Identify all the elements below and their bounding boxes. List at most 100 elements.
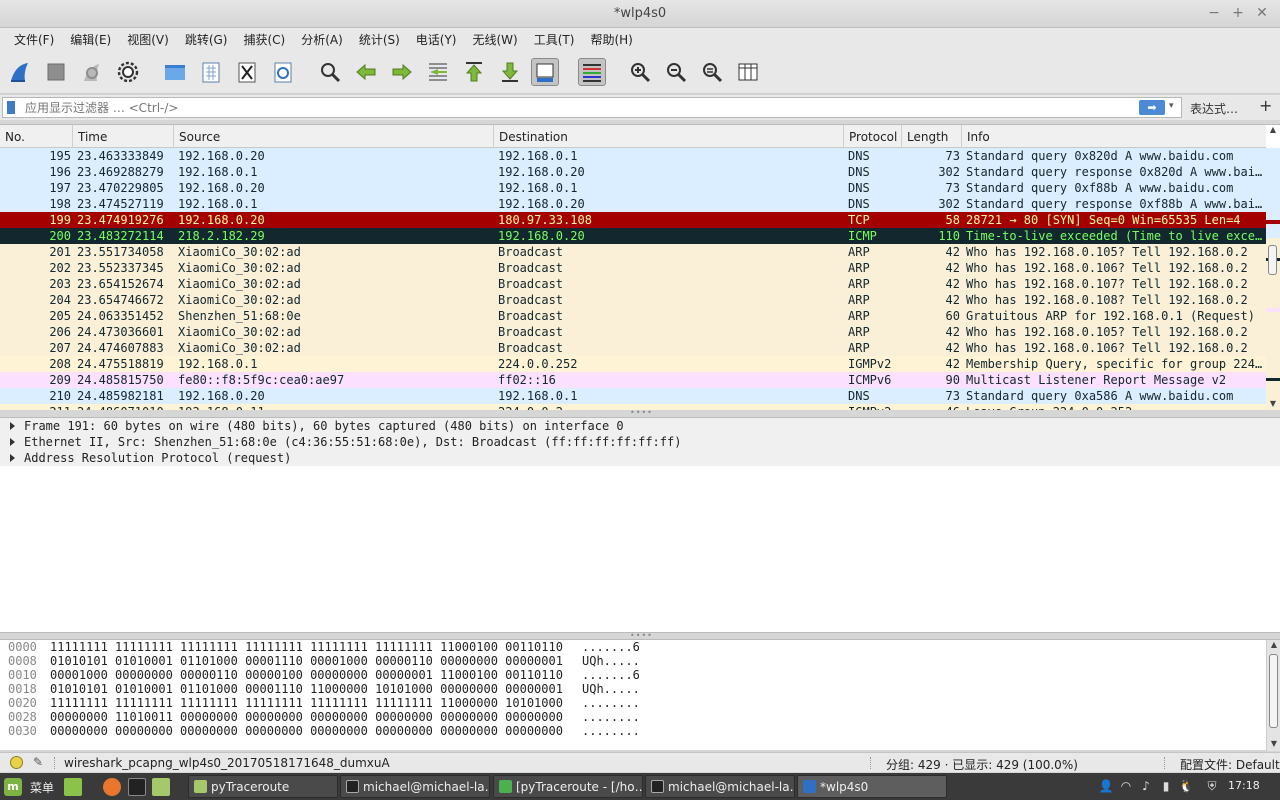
display-filter-field[interactable]: ➡ ▾ — [2, 97, 1182, 118]
packet-row[interactable]: 209 24.485815750 fe80::f8:5f9c:cea0:ae97 ff… — [0, 372, 1266, 388]
packet-row[interactable]: 198 23.474527119 192.168.0.1 192.168.0.20 DN… — [0, 196, 1266, 212]
menu-wireless[interactable]: 无线(W) — [465, 28, 526, 50]
menu-tools[interactable]: 工具(T) — [526, 28, 583, 50]
open-folder-icon[interactable] — [161, 58, 189, 86]
task-terminal-1[interactable]: michael@michael-la… — [340, 775, 490, 798]
menu-help[interactable]: 帮助(H) — [582, 28, 640, 50]
resize-columns-icon[interactable] — [734, 58, 762, 86]
packet-row[interactable]: 197 23.470229805 192.168.0.20 192.168.0.1 DN… — [0, 180, 1266, 196]
menu-capture[interactable]: 捕获(C) — [235, 28, 293, 50]
menu-telephony[interactable]: 电话(Y) — [408, 28, 465, 50]
menu-analyze[interactable]: 分析(A) — [293, 28, 351, 50]
scroll-down-icon[interactable]: ▼ — [1267, 739, 1280, 751]
bookmark-icon[interactable] — [7, 101, 15, 114]
zoom-in-icon[interactable] — [626, 58, 654, 86]
go-forward-arrow-icon[interactable] — [388, 58, 416, 86]
restart-fin-icon[interactable] — [78, 58, 106, 86]
menu-edit[interactable]: 编辑(E) — [62, 28, 119, 50]
show-desktop-icon[interactable] — [64, 778, 82, 796]
filter-history-dropdown-icon[interactable]: ▾ — [1169, 101, 1181, 111]
packet-row[interactable]: 196 23.469288279 192.168.0.1 192.168.0.20 DN… — [0, 164, 1266, 180]
start-menu-button[interactable]: m 菜单 — [4, 777, 54, 797]
packet-row[interactable]: 210 24.485982181 192.168.0.20 192.168.0.1 DN… — [0, 388, 1266, 404]
auto-scroll-icon[interactable] — [531, 58, 559, 86]
expert-info-led-icon[interactable] — [10, 756, 23, 769]
display-filter-input[interactable] — [25, 99, 1125, 116]
packet-destination: 192.168.0.1 — [498, 149, 578, 163]
firefox-icon[interactable] — [103, 778, 121, 796]
close-file-icon[interactable] — [233, 58, 261, 86]
column-header-time[interactable]: Time — [73, 125, 174, 148]
scroll-thumb[interactable] — [1268, 245, 1277, 275]
packet-row[interactable]: 208 24.475518819 192.168.0.1 224.0.0.252 IGM… — [0, 356, 1266, 372]
packet-row[interactable]: 199 23.474919276 192.168.0.20 180.97.33.108… — [0, 212, 1266, 228]
column-header-no[interactable]: No. — [0, 125, 73, 148]
column-header-protocol[interactable]: Protocol — [844, 125, 902, 148]
packet-row[interactable]: 205 24.063351452 Shenzhen_51:68:0e Broadcas… — [0, 308, 1266, 324]
volume-icon[interactable]: ♪ — [1138, 778, 1154, 794]
menu-file[interactable]: 文件(F) — [6, 28, 62, 50]
column-header-length[interactable]: Length — [902, 125, 962, 148]
scroll-thumb[interactable] — [1269, 654, 1278, 728]
close-icon[interactable]: ✕ — [1254, 5, 1270, 21]
packet-row[interactable]: 206 24.473036601 XiaomiCo_30:02:ad Broadcas… — [0, 324, 1266, 340]
scroll-up-icon[interactable]: ▲ — [1267, 640, 1280, 652]
scroll-up-icon[interactable]: ▲ — [1266, 125, 1280, 137]
packet-row[interactable]: 201 23.551734058 XiaomiCo_30:02:ad Broadcas… — [0, 244, 1266, 260]
apply-filter-arrow-icon[interactable]: ➡ — [1139, 100, 1165, 115]
packet-row[interactable]: 203 23.654152674 XiaomiCo_30:02:ad Broadcas… — [0, 276, 1266, 292]
column-header-source[interactable]: Source — [174, 125, 494, 148]
files-icon[interactable] — [152, 778, 170, 796]
packet-row[interactable]: 207 24.474607883 XiaomiCo_30:02:ad Broadcas… — [0, 340, 1266, 356]
bytes-scrollbar[interactable]: ▲ ▼ — [1266, 640, 1280, 751]
save-file-icon[interactable] — [197, 58, 225, 86]
find-magnifier-icon[interactable] — [316, 58, 344, 86]
detail-row-frame[interactable]: Frame 191: 60 bytes on wire (480 bits), … — [0, 418, 1280, 434]
shield-icon[interactable]: ⛨ — [1204, 778, 1220, 794]
detail-row-ethernet[interactable]: Ethernet II, Src: Shenzhen_51:68:0e (c4:… — [0, 434, 1280, 450]
task-wireshark[interactable]: *wlp4s0 — [797, 775, 947, 798]
menu-statistics[interactable]: 统计(S) — [351, 28, 408, 50]
shark-fin-start-icon[interactable] — [6, 58, 34, 86]
terminal-icon[interactable] — [128, 778, 146, 796]
add-filter-button-icon[interactable]: + — [1259, 96, 1272, 115]
go-first-packet-icon[interactable] — [460, 58, 488, 86]
go-to-packet-icon[interactable] — [424, 58, 452, 86]
capture-comment-icon[interactable]: ✎ — [33, 755, 43, 769]
zoom-out-icon[interactable] — [662, 58, 690, 86]
reload-file-icon[interactable] — [269, 58, 297, 86]
task-pytraceroute-folder[interactable]: pyTraceroute — [188, 775, 338, 798]
expand-arrow-icon[interactable] — [10, 422, 15, 430]
column-header-destination[interactable]: Destination — [494, 125, 844, 148]
stop-square-icon[interactable] — [42, 58, 70, 86]
packet-list-scrollbar[interactable]: ▲ ▼ — [1266, 125, 1280, 410]
task-terminal-2[interactable]: michael@michael-la… — [645, 775, 795, 798]
expression-button[interactable]: 表达式… — [1190, 100, 1238, 117]
task-pycharm[interactable]: [pyTraceroute - [/ho… — [493, 775, 643, 798]
packet-row[interactable]: 195 23.463333849 192.168.0.20 192.168.0.1 DN… — [0, 148, 1266, 164]
go-last-packet-icon[interactable] — [496, 58, 524, 86]
tux-icon[interactable]: 🐧 — [1178, 778, 1194, 794]
wifi-icon[interactable]: ◠ — [1118, 778, 1134, 794]
splitter-handle[interactable]: •••• — [630, 408, 653, 417]
expand-arrow-icon[interactable] — [10, 438, 15, 446]
scroll-down-icon[interactable]: ▼ — [1266, 399, 1280, 410]
profile-switcher[interactable]: 配置文件: Default — [1180, 756, 1280, 773]
expand-arrow-icon[interactable] — [10, 454, 15, 462]
maximize-icon[interactable]: + — [1230, 5, 1246, 21]
colorize-icon[interactable] — [578, 58, 606, 86]
packet-source: fe80::f8:5f9c:cea0:ae97 — [178, 373, 345, 387]
zoom-normal-icon[interactable] — [698, 58, 726, 86]
user-icon[interactable]: 👤 — [1098, 778, 1114, 794]
go-back-arrow-icon[interactable] — [352, 58, 380, 86]
packet-row[interactable]: 200 23.483272114 218.2.182.29 192.168.0.20 I… — [0, 228, 1266, 244]
packet-row[interactable]: 202 23.552337345 XiaomiCo_30:02:ad Broadcas… — [0, 260, 1266, 276]
detail-row-arp[interactable]: Address Resolution Protocol (request) — [0, 450, 1280, 466]
minimize-icon[interactable]: − — [1206, 5, 1222, 21]
menu-go[interactable]: 跳转(G) — [177, 28, 236, 50]
options-gear-icon[interactable] — [114, 58, 142, 86]
column-header-info[interactable]: Info — [962, 125, 1266, 148]
menu-view[interactable]: 视图(V) — [119, 28, 177, 50]
packet-row[interactable]: 204 23.654746672 XiaomiCo_30:02:ad Broadcas… — [0, 292, 1266, 308]
battery-icon[interactable]: ▮ — [1158, 778, 1174, 794]
